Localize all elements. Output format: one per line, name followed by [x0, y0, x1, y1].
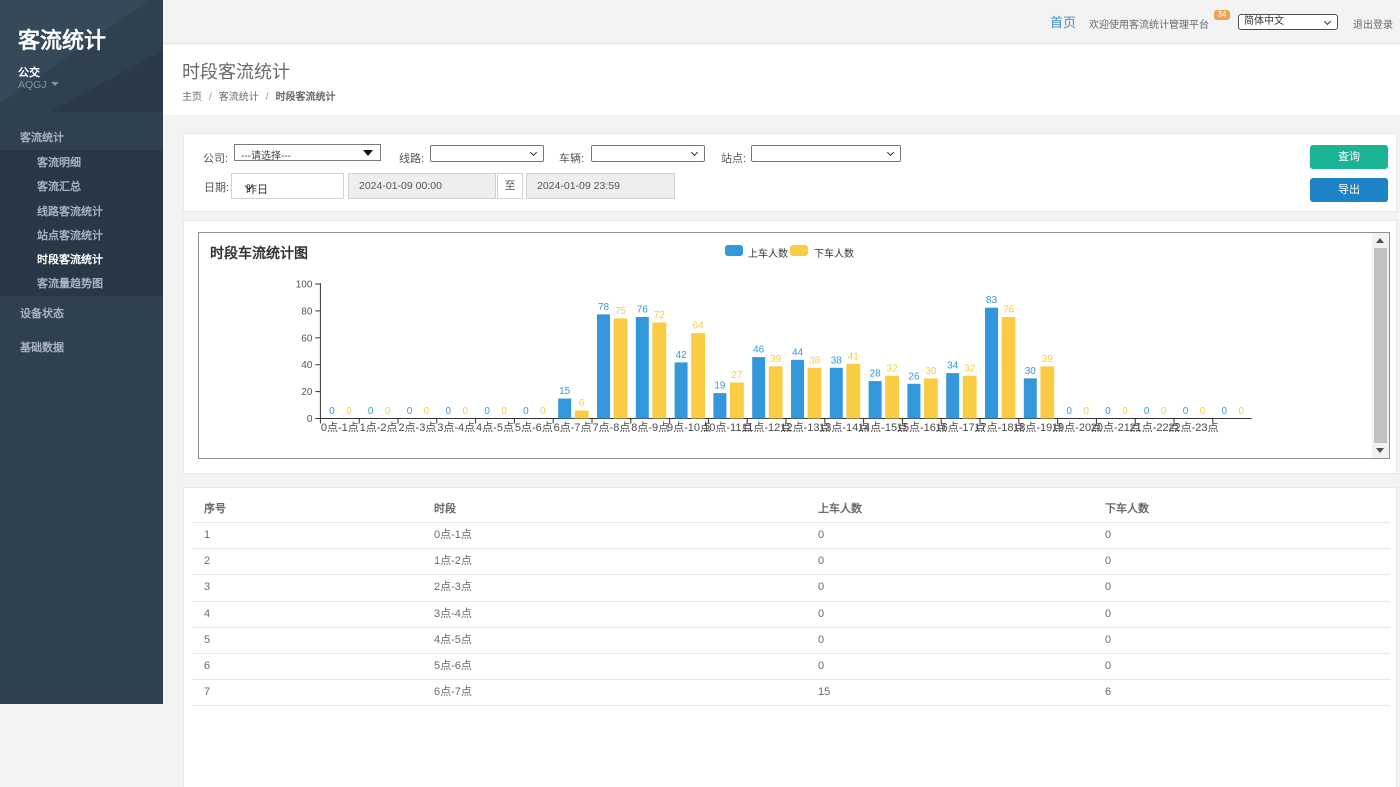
- svg-text:0: 0: [1144, 406, 1150, 417]
- svg-text:22点-23点: 22点-23点: [1168, 421, 1218, 434]
- svg-text:2点-3点: 2点-3点: [398, 421, 436, 434]
- svg-text:7点-8点: 7点-8点: [592, 421, 630, 434]
- svg-text:27: 27: [731, 370, 743, 381]
- svg-text:0: 0: [540, 406, 546, 417]
- svg-text:20: 20: [301, 387, 313, 398]
- svg-text:32: 32: [887, 363, 899, 374]
- svg-text:0: 0: [1239, 406, 1245, 417]
- svg-text:1点-2点: 1点-2点: [360, 421, 398, 434]
- svg-text:0: 0: [1122, 406, 1128, 417]
- svg-text:0点-1点: 0点-1点: [321, 421, 359, 434]
- svg-text:0: 0: [523, 406, 529, 417]
- svg-text:6: 6: [579, 398, 585, 409]
- svg-text:0: 0: [368, 406, 374, 417]
- svg-text:26: 26: [908, 371, 920, 382]
- svg-text:0: 0: [1083, 406, 1089, 417]
- svg-text:0: 0: [463, 406, 469, 417]
- svg-text:39: 39: [1042, 354, 1054, 365]
- svg-text:0: 0: [1105, 406, 1111, 417]
- svg-text:0: 0: [424, 406, 430, 417]
- svg-text:39: 39: [770, 354, 782, 365]
- svg-text:0: 0: [346, 406, 352, 417]
- svg-text:0: 0: [446, 406, 452, 417]
- svg-text:0: 0: [329, 406, 335, 417]
- svg-text:6点-7点: 6点-7点: [554, 421, 592, 434]
- svg-text:100: 100: [296, 280, 313, 291]
- svg-text:78: 78: [598, 302, 610, 313]
- svg-text:15: 15: [559, 386, 571, 397]
- svg-text:0: 0: [407, 406, 413, 417]
- svg-text:64: 64: [693, 321, 705, 332]
- svg-text:38: 38: [831, 355, 843, 366]
- svg-text:44: 44: [792, 347, 804, 358]
- svg-text:38: 38: [809, 355, 821, 366]
- svg-text:41: 41: [848, 351, 860, 362]
- svg-text:83: 83: [986, 295, 998, 306]
- svg-text:75: 75: [615, 306, 627, 317]
- svg-text:5点-6点: 5点-6点: [515, 421, 553, 434]
- svg-text:42: 42: [676, 350, 688, 361]
- svg-text:3点-4点: 3点-4点: [437, 421, 475, 434]
- svg-text:19: 19: [714, 381, 726, 392]
- svg-text:0: 0: [385, 406, 391, 417]
- svg-text:0: 0: [1161, 406, 1167, 417]
- svg-text:0: 0: [501, 406, 507, 417]
- svg-text:40: 40: [301, 360, 313, 371]
- svg-text:30: 30: [925, 366, 937, 377]
- svg-text:80: 80: [301, 306, 313, 317]
- svg-text:0: 0: [1222, 406, 1228, 417]
- svg-text:0: 0: [1183, 406, 1189, 417]
- svg-text:0: 0: [1200, 406, 1206, 417]
- svg-text:76: 76: [1003, 305, 1015, 316]
- svg-text:76: 76: [637, 305, 649, 316]
- svg-text:8点-9点: 8点-9点: [631, 421, 669, 434]
- svg-text:72: 72: [654, 310, 666, 321]
- svg-text:28: 28: [870, 369, 882, 380]
- svg-text:4点-5点: 4点-5点: [476, 421, 514, 434]
- svg-text:60: 60: [301, 333, 313, 344]
- svg-text:30: 30: [1025, 366, 1037, 377]
- svg-text:34: 34: [947, 361, 959, 372]
- svg-text:0: 0: [307, 414, 313, 425]
- svg-text:32: 32: [964, 363, 976, 374]
- svg-text:46: 46: [753, 345, 765, 356]
- svg-text:0: 0: [484, 406, 490, 417]
- svg-text:0: 0: [1066, 406, 1072, 417]
